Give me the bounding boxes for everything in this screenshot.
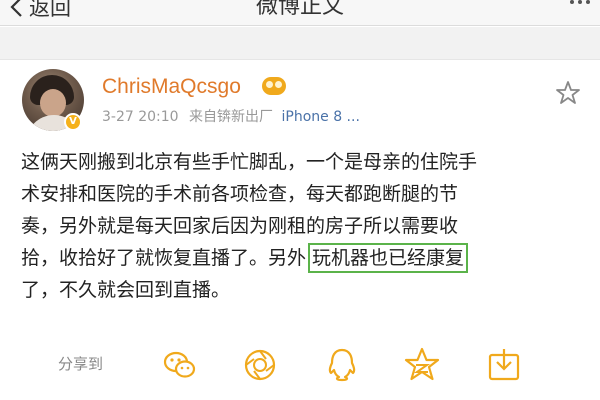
device-link[interactable]: iPhone 8 ... bbox=[281, 109, 359, 125]
post-body: 这俩天刚搬到北京有些手忙脚乱，一个是母亲的住院手 术安排和医院的手术前各项检查，… bbox=[21, 146, 581, 306]
post-body-line: 这俩天刚搬到北京有些手忙脚乱，一个是母亲的住院手 bbox=[21, 151, 478, 173]
post-body-line: 术安排和医院的手术前各项检查，每天都跑断腿的节 bbox=[21, 183, 459, 205]
wechat-icon[interactable] bbox=[160, 345, 200, 385]
save-icon[interactable] bbox=[484, 345, 524, 385]
section-divider bbox=[0, 27, 600, 60]
favorite-star-icon[interactable] bbox=[554, 79, 582, 107]
highlighted-text: 玩机器也已经康复 bbox=[308, 243, 469, 273]
qq-icon[interactable] bbox=[322, 345, 362, 385]
vip-badge-icon bbox=[262, 77, 286, 95]
post-body-line-with-highlight: 拾，收拾好了就恢复直播了。另外 玩机器也已经康复 bbox=[21, 242, 581, 274]
post-body-text: 拾，收拾好了就恢复直播了。另外 bbox=[21, 247, 307, 269]
username[interactable]: ChrisMaQcsgo bbox=[102, 73, 241, 101]
qzone-icon[interactable] bbox=[402, 345, 442, 385]
post-body-line: 了，不久就会回到直播。 bbox=[21, 279, 231, 301]
nav-bar: 返回 微博正文 bbox=[0, 0, 600, 26]
moments-icon[interactable] bbox=[240, 345, 280, 385]
post-source: 来自锛新出厂 bbox=[189, 109, 274, 125]
share-label: 分享到 bbox=[58, 355, 104, 373]
share-row: 分享到 bbox=[0, 339, 600, 395]
page-title: 微博正文 bbox=[255, 0, 344, 19]
post-time: 3-27 20:10 bbox=[102, 109, 179, 125]
weibo-post: V ChrisMaQcsgo 3-27 20:10 来自锛新出厂 iPhone … bbox=[0, 61, 600, 400]
post-meta: 3-27 20:10 来自锛新出厂 iPhone 8 ... bbox=[102, 107, 360, 127]
verified-badge-icon: V bbox=[64, 113, 82, 131]
more-options-button[interactable] bbox=[560, 0, 600, 22]
post-body-line: 奏，另外就是每天回家后因为刚租的房子所以需要收 bbox=[21, 215, 459, 237]
